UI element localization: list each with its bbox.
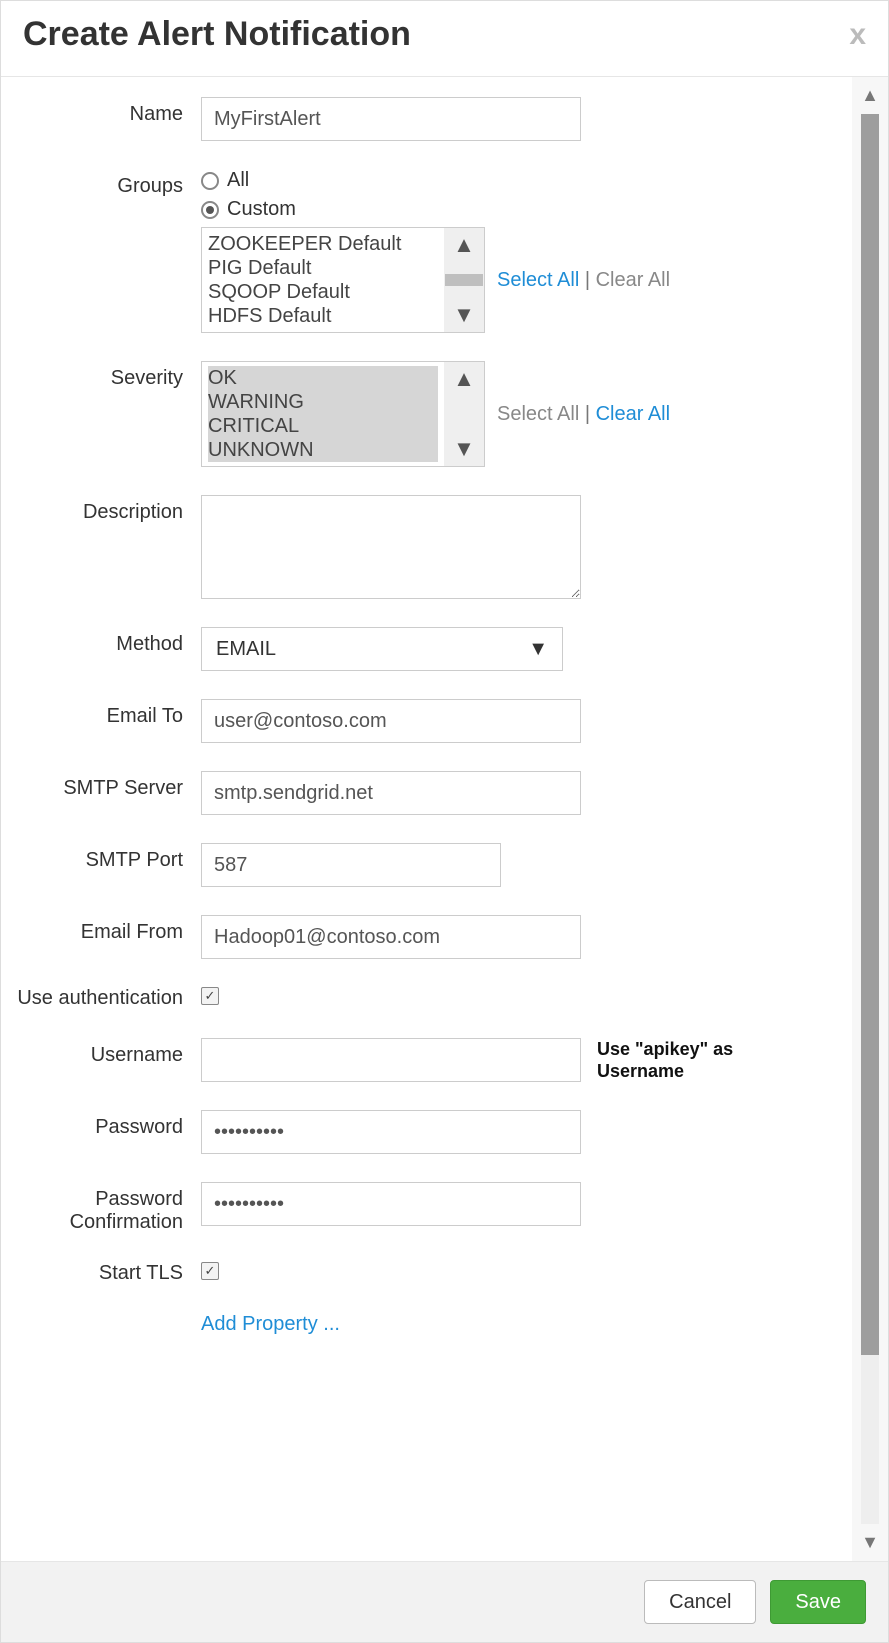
- severity-actions: Select All | Clear All: [497, 403, 670, 426]
- method-value: EMAIL: [216, 638, 276, 661]
- list-item[interactable]: ZOOKEEPER Default: [208, 232, 438, 256]
- groups-radio-custom-label: Custom: [227, 198, 296, 221]
- scroll-thumb[interactable]: [861, 114, 879, 1355]
- chevron-down-icon[interactable]: ▼: [852, 1524, 888, 1561]
- row-use-auth: Use authentication ✓: [11, 987, 842, 1010]
- description-textarea[interactable]: [201, 495, 581, 599]
- row-description: Description: [11, 495, 842, 599]
- method-select[interactable]: EMAIL ▼: [201, 627, 563, 671]
- dialog-header: Create Alert Notification x: [1, 1, 888, 77]
- separator: |: [585, 403, 596, 425]
- list-item[interactable]: UNKNOWN: [208, 438, 438, 462]
- radio-icon: [201, 172, 219, 190]
- label-severity: Severity: [11, 361, 201, 390]
- groups-actions: Select All | Clear All: [497, 269, 670, 292]
- label-email-to: Email To: [11, 699, 201, 728]
- name-input[interactable]: [201, 97, 581, 141]
- username-hint: Use "apikey" as Username: [597, 1038, 767, 1082]
- chevron-down-icon[interactable]: ▼: [453, 298, 475, 332]
- row-email-from: Email From: [11, 915, 842, 959]
- chevron-up-icon[interactable]: ▲: [852, 77, 888, 114]
- dialog-title: Create Alert Notification: [23, 15, 411, 54]
- use-auth-checkbox[interactable]: ✓: [201, 987, 219, 1005]
- smtp-port-input[interactable]: [201, 843, 501, 887]
- separator: |: [585, 269, 596, 291]
- scroll-track[interactable]: [861, 114, 879, 1524]
- row-email-to: Email To: [11, 699, 842, 743]
- list-item[interactable]: WARNING: [208, 390, 438, 414]
- radio-icon: [201, 201, 219, 219]
- severity-listbox[interactable]: OK WARNING CRITICAL UNKNOWN ▲ ▼: [201, 361, 485, 467]
- row-start-tls: Start TLS ✓: [11, 1262, 842, 1285]
- row-method: Method EMAIL ▼: [11, 627, 842, 671]
- label-password: Password: [11, 1110, 201, 1139]
- username-input[interactable]: [201, 1038, 581, 1082]
- groups-clear-all[interactable]: Clear All: [596, 269, 670, 291]
- label-smtp-server: SMTP Server: [11, 771, 201, 800]
- groups-radio-all-label: All: [227, 169, 249, 192]
- list-item[interactable]: OK: [208, 366, 438, 390]
- row-smtp-port: SMTP Port: [11, 843, 842, 887]
- dialog-scrollbar[interactable]: ▲ ▼: [852, 77, 888, 1561]
- label-description: Description: [11, 495, 201, 524]
- list-item[interactable]: SQOOP Default: [208, 280, 438, 304]
- severity-select-all[interactable]: Select All: [497, 403, 579, 425]
- groups-listbox[interactable]: ZOOKEEPER Default PIG Default SQOOP Defa…: [201, 227, 485, 333]
- groups-select-all[interactable]: Select All: [497, 269, 579, 291]
- listbox-scrollbar[interactable]: ▲ ▼: [444, 228, 484, 332]
- label-start-tls: Start TLS: [11, 1262, 201, 1285]
- row-groups: Groups All Custom ZOOKEEPER Default: [11, 169, 842, 333]
- close-icon[interactable]: x: [849, 18, 866, 52]
- listbox-scrollbar[interactable]: ▲ ▼: [444, 362, 484, 466]
- chevron-up-icon[interactable]: ▲: [453, 362, 475, 396]
- label-method: Method: [11, 627, 201, 656]
- save-button[interactable]: Save: [770, 1580, 866, 1624]
- label-username: Username: [11, 1038, 201, 1067]
- row-add-property: Add Property ...: [11, 1313, 842, 1336]
- groups-radio-all[interactable]: All: [201, 169, 842, 192]
- row-severity: Severity OK WARNING CRITICAL UNKNOWN ▲: [11, 361, 842, 467]
- row-password: Password: [11, 1110, 842, 1154]
- chevron-down-icon: ▼: [528, 638, 548, 661]
- row-smtp-server: SMTP Server: [11, 771, 842, 815]
- chevron-down-icon[interactable]: ▼: [453, 432, 475, 466]
- email-to-input[interactable]: [201, 699, 581, 743]
- list-item[interactable]: PIG Default: [208, 256, 438, 280]
- smtp-server-input[interactable]: [201, 771, 581, 815]
- dialog-footer: Cancel Save: [1, 1561, 888, 1642]
- dialog-body: Name Groups All Custom: [1, 77, 888, 1561]
- password-confirm-input[interactable]: [201, 1182, 581, 1226]
- label-name: Name: [11, 97, 201, 126]
- label-groups: Groups: [11, 169, 201, 198]
- label-use-auth: Use authentication: [11, 987, 201, 1010]
- label-smtp-port: SMTP Port: [11, 843, 201, 872]
- scroll-thumb[interactable]: [445, 274, 483, 286]
- groups-radio-custom[interactable]: Custom: [201, 198, 842, 221]
- dialog: Create Alert Notification x Name Groups …: [0, 0, 889, 1643]
- label-email-from: Email From: [11, 915, 201, 944]
- start-tls-checkbox[interactable]: ✓: [201, 1262, 219, 1280]
- password-input[interactable]: [201, 1110, 581, 1154]
- list-item[interactable]: CRITICAL: [208, 414, 438, 438]
- row-name: Name: [11, 97, 842, 141]
- list-item[interactable]: HDFS Default: [208, 304, 438, 328]
- severity-clear-all[interactable]: Clear All: [596, 403, 670, 425]
- email-from-input[interactable]: [201, 915, 581, 959]
- row-password-confirm: Password Confirmation: [11, 1182, 842, 1234]
- add-property-link[interactable]: Add Property ...: [201, 1313, 842, 1336]
- form-scroll-area[interactable]: Name Groups All Custom: [1, 77, 852, 1561]
- cancel-button[interactable]: Cancel: [644, 1580, 756, 1624]
- row-username: Username Use "apikey" as Username: [11, 1038, 842, 1082]
- chevron-up-icon[interactable]: ▲: [453, 228, 475, 262]
- label-password-confirm: Password Confirmation: [11, 1182, 201, 1234]
